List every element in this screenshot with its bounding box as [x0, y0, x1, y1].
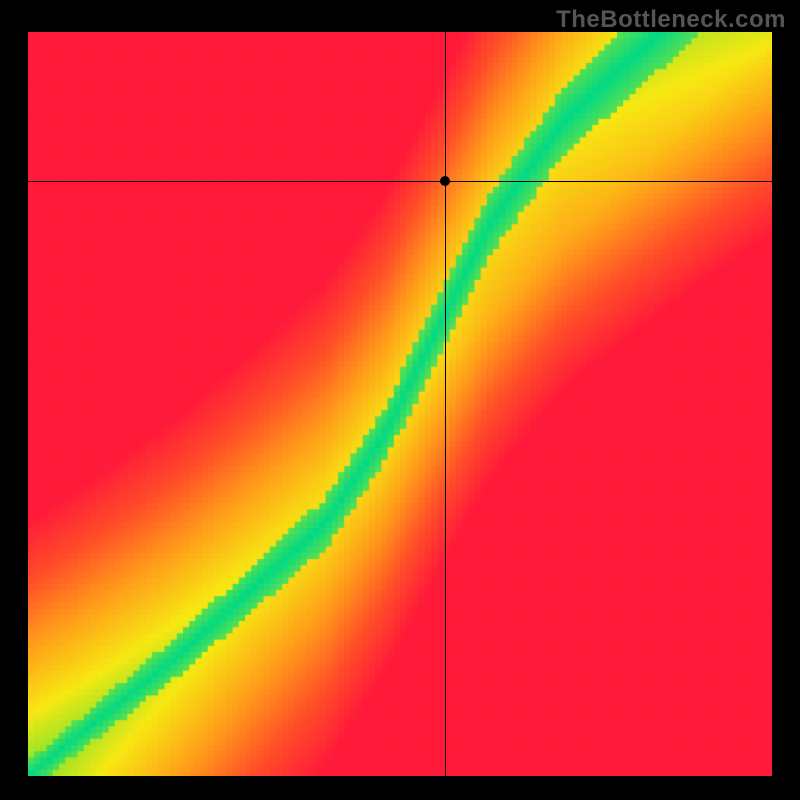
crosshair-vertical [445, 32, 446, 776]
crosshair-horizontal [28, 181, 772, 182]
crosshair-marker-dot [440, 176, 450, 186]
heatmap-plot [28, 32, 772, 776]
chart-frame: TheBottleneck.com [0, 0, 800, 800]
watermark-text: TheBottleneck.com [556, 6, 786, 34]
heatmap-canvas [28, 32, 772, 776]
